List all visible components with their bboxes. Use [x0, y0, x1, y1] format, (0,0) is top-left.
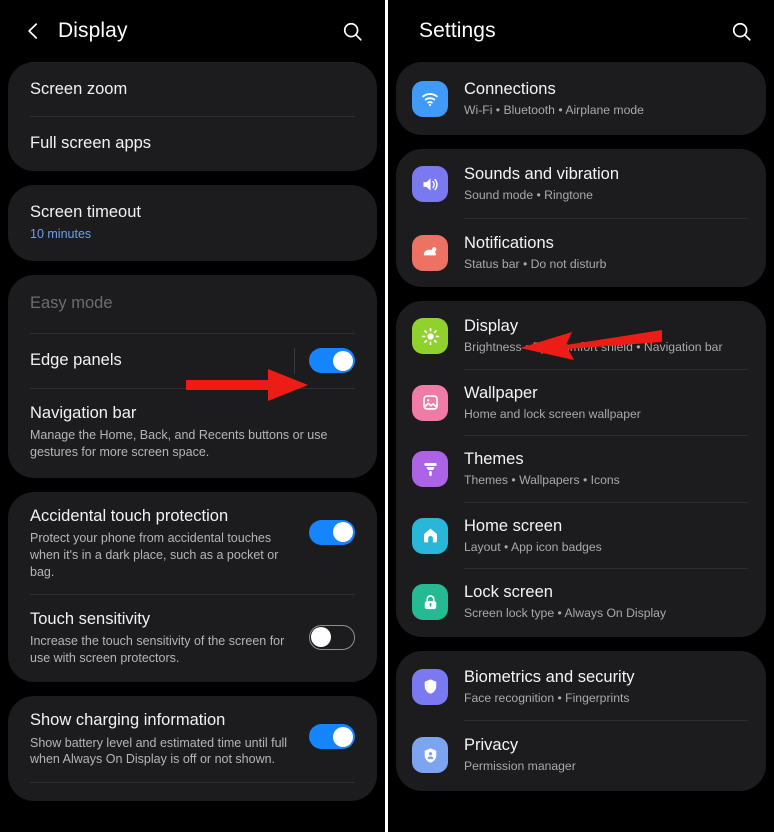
page-title: Display [58, 19, 128, 42]
brush-icon [412, 451, 448, 488]
settings-card-connections: Connections Wi-Fi • Bluetooth • Airplane… [396, 62, 766, 136]
list-item-touch-sensitivity[interactable]: Touch sensitivity Increase the touch sen… [8, 595, 377, 682]
sidebar-item-home-screen[interactable]: Home screen Layout • App icon badges [396, 503, 766, 568]
settings-card-security: Biometrics and security Face recognition… [396, 650, 766, 791]
row-value: 10 minutes [30, 227, 92, 242]
sidebar-item-display[interactable]: Display Brightness • Eye comfort shield … [396, 301, 766, 368]
toggle-knob [332, 726, 353, 747]
item-title: Biometrics and security [464, 667, 635, 686]
home-icon [412, 517, 448, 554]
item-subtitle: Sound mode • Ringtone [464, 188, 593, 203]
row-subtitle: Protect your phone from accidental touch… [30, 531, 279, 579]
row-title: Touch sensitivity [30, 609, 151, 628]
toggle-separator [294, 347, 295, 374]
sidebar-item-wallpaper[interactable]: Wallpaper Home and lock screen wallpaper [396, 370, 766, 435]
row-subtitle: Show battery level and estimated time un… [30, 735, 288, 767]
settings-card-screen-options: Screen zoom Full screen apps [8, 62, 377, 171]
list-item-navigation-bar[interactable]: Navigation bar Manage the Home, Back, an… [8, 389, 377, 478]
touch-sensitivity-toggle[interactable] [309, 624, 355, 650]
item-title: Themes [464, 450, 524, 469]
item-title: Display [464, 317, 519, 336]
item-subtitle: Layout • App icon badges [464, 539, 602, 554]
settings-card-touch: Accidental touch protection Protect your… [8, 491, 377, 683]
shield-icon [412, 668, 448, 705]
sidebar-item-notifications[interactable]: Notifications Status bar • Do not distur… [396, 219, 766, 287]
list-item-accidental-touch[interactable]: Accidental touch protection Protect your… [8, 492, 377, 594]
chevron-left-icon[interactable] [20, 18, 46, 44]
sidebar-item-connections[interactable]: Connections Wi-Fi • Bluetooth • Airplane… [396, 62, 766, 135]
sidebar-item-privacy[interactable]: Privacy Permission manager [396, 721, 766, 790]
dual-screenshot-container: Display Screen zoom Full screen apps Scr… [0, 0, 774, 832]
settings-root-screen: Settings Connections Wi-Fi • Bluetooth •… [388, 0, 774, 832]
item-title: Lock screen [464, 583, 553, 602]
item-subtitle: Face recognition • Fingerprints [464, 690, 630, 705]
page-title: Settings [419, 19, 496, 42]
item-subtitle: Screen lock type • Always On Display [464, 606, 667, 621]
sidebar-item-lock-screen[interactable]: Lock screen Screen lock type • Always On… [396, 569, 766, 636]
item-title: Privacy [464, 736, 519, 755]
row-subtitle: Increase the touch sensitivity of the sc… [30, 634, 285, 666]
item-subtitle: Home and lock screen wallpaper [464, 406, 641, 421]
settings-header: Settings [388, 0, 774, 62]
row-title: Screen timeout [30, 202, 141, 221]
toggle-knob [311, 626, 331, 647]
search-icon[interactable] [339, 18, 365, 44]
item-title: Home screen [464, 516, 563, 535]
row-title: Edge panels [30, 350, 122, 369]
item-title: Notifications [464, 233, 554, 252]
item-subtitle: Status bar • Do not disturb [464, 256, 607, 271]
item-title: Sounds and vibration [464, 165, 620, 184]
settings-card-charging: Show charging information Show battery l… [8, 696, 377, 802]
row-title: Full screen apps [30, 134, 152, 153]
display-settings-screen: Display Screen zoom Full screen apps Scr… [0, 0, 385, 832]
row-title: Navigation bar [30, 403, 137, 422]
notification-icon [412, 234, 448, 271]
list-item[interactable]: Screen timeout 10 minutes [8, 185, 377, 261]
show-charging-toggle[interactable] [309, 724, 355, 750]
privacy-shield-icon [412, 737, 448, 774]
toggle-knob [332, 522, 353, 543]
item-title: Connections [464, 80, 556, 98]
row-title: Screen zoom [30, 80, 128, 98]
sidebar-item-sounds-and-vibration[interactable]: Sounds and vibration Sound mode • Ringto… [396, 149, 766, 217]
row-title: Accidental touch protection [30, 506, 229, 525]
wifi-icon [412, 80, 448, 117]
image-icon [412, 384, 448, 421]
settings-card-sound-notifications: Sounds and vibration Sound mode • Ringto… [396, 149, 766, 288]
toggle-knob [332, 350, 353, 371]
row-title: Show charging information [30, 711, 226, 730]
list-item[interactable]: Screen zoom [8, 63, 377, 116]
lock-icon [412, 584, 448, 621]
settings-card-screen-timeout: Screen timeout 10 minutes [8, 184, 377, 262]
search-icon[interactable] [728, 18, 754, 44]
item-subtitle: Permission manager [464, 758, 576, 773]
accidental-touch-toggle[interactable] [309, 519, 355, 545]
item-title: Wallpaper [464, 383, 538, 402]
item-subtitle: Wi-Fi • Bluetooth • Airplane mode [464, 102, 644, 117]
row-subtitle: Manage the Home, Back, and Recents butto… [30, 428, 328, 459]
display-header: Display [0, 0, 385, 62]
list-item[interactable]: Full screen apps [8, 117, 377, 170]
row-title: Easy mode [30, 294, 113, 313]
item-subtitle: Themes • Wallpapers • Icons [464, 473, 620, 488]
sidebar-item-biometrics-and-security[interactable]: Biometrics and security Face recognition… [396, 651, 766, 720]
list-item-edge-panels[interactable]: Edge panels [8, 334, 377, 388]
sidebar-item-themes[interactable]: Themes Themes • Wallpapers • Icons [396, 436, 766, 501]
item-subtitle: Brightness • Eye comfort shield • Naviga… [464, 340, 723, 355]
edge-panels-toggle[interactable] [309, 348, 355, 374]
settings-card-personalization: Display Brightness • Eye comfort shield … [396, 301, 766, 637]
brightness-icon [412, 318, 448, 355]
speaker-icon [412, 166, 448, 203]
list-item-show-charging-info[interactable]: Show charging information Show battery l… [8, 696, 377, 782]
card-tail-spacer [8, 783, 377, 801]
list-item-easy-mode: Easy mode [8, 275, 377, 332]
settings-card-navigation: Easy mode Edge panels Navigation bar Man… [8, 275, 377, 478]
